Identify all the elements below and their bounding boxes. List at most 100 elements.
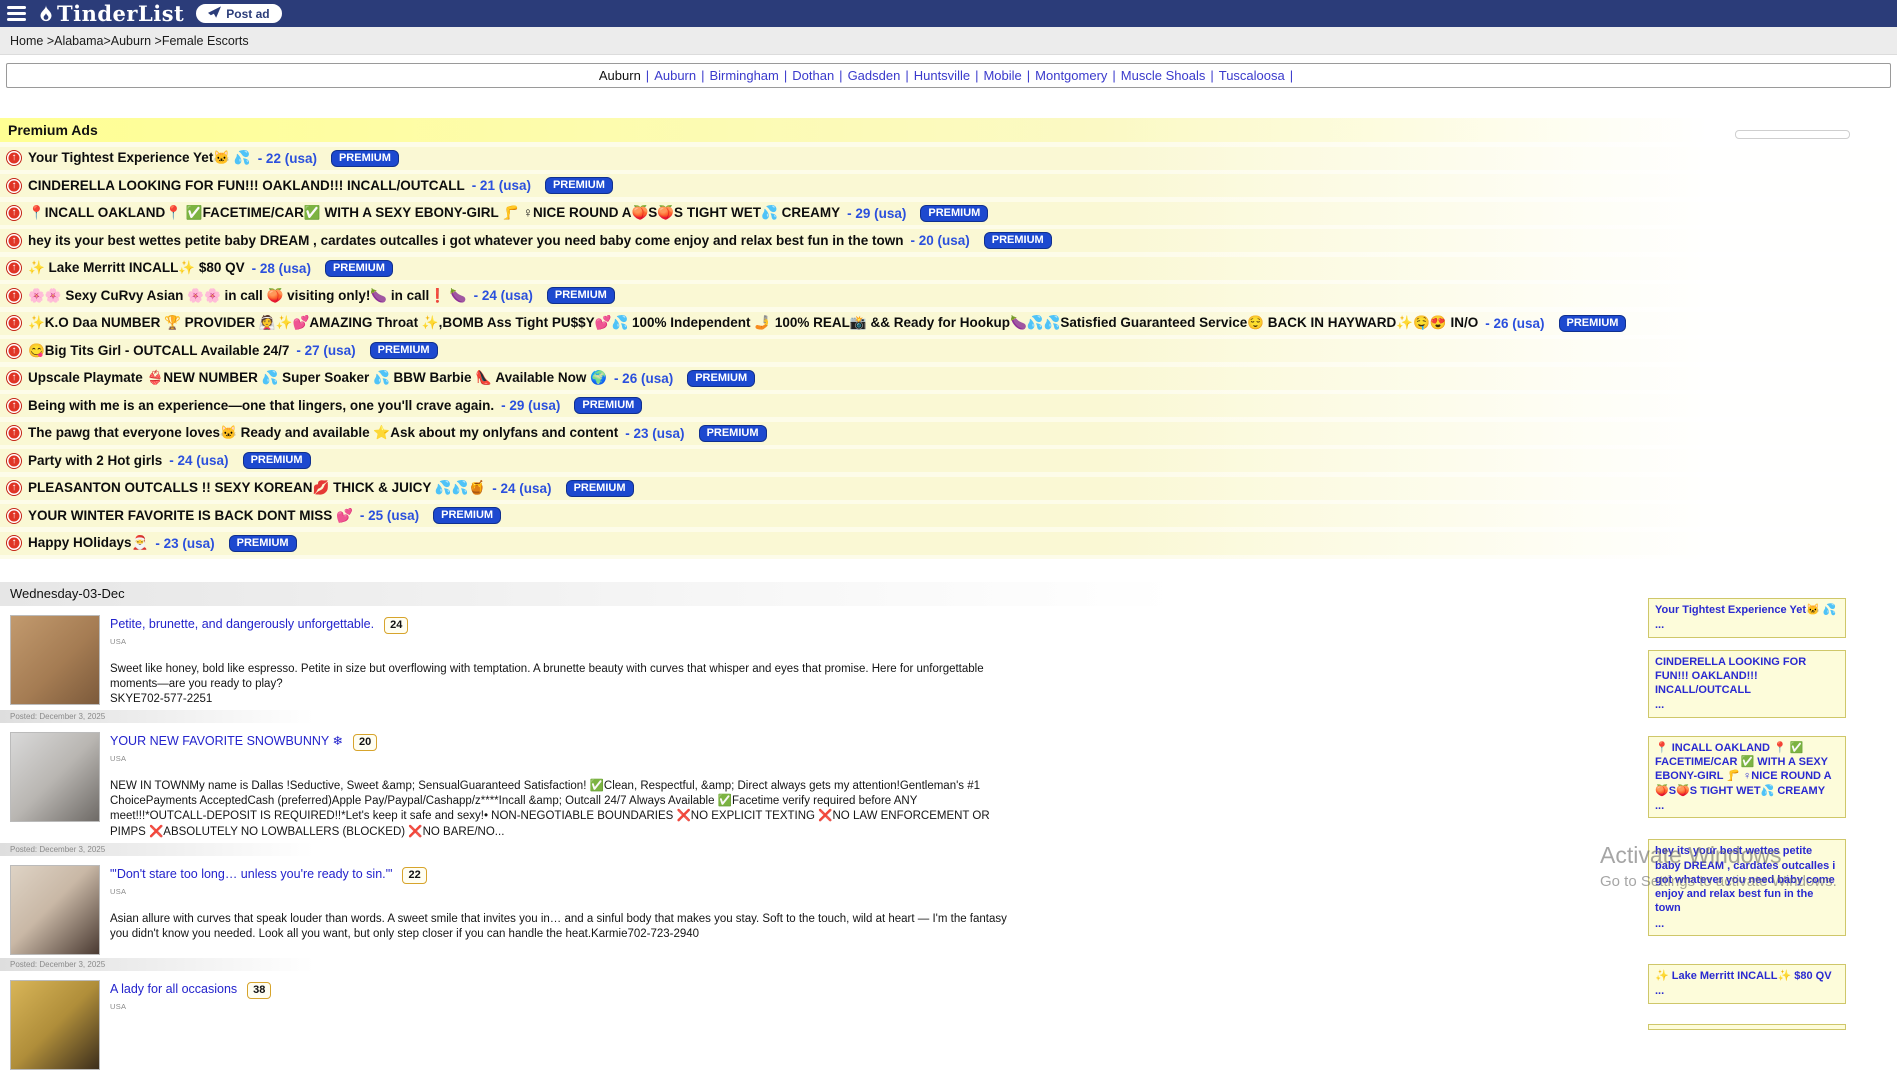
premium-ad-title[interactable]: Your Tightest Experience Yet🐱 💦 bbox=[28, 150, 251, 166]
listing-title-link[interactable]: "'Don't stare too long… unless you're re… bbox=[110, 867, 392, 881]
premium-ad-row[interactable]: The pawg that everyone loves🐱 Ready and … bbox=[0, 422, 1897, 445]
sidebar-more-link[interactable]: ... bbox=[1655, 618, 1839, 632]
premium-ad-title[interactable]: Upscale Playmate 👙NEW NUMBER 💦 Super Soa… bbox=[28, 370, 607, 386]
sidebar-premium-text[interactable]: CINDERELLA LOOKING FOR FUN!!! OAKLAND!!!… bbox=[1655, 655, 1839, 698]
premium-ad-title[interactable]: ✨K.O Daa NUMBER 🏆 PROVIDER 👰✨💕AMAZING Th… bbox=[28, 315, 1478, 331]
sidebar-premium-box[interactable]: hey its your best wettes petite baby DRE… bbox=[1648, 839, 1846, 936]
premium-badge: PREMIUM bbox=[920, 205, 988, 222]
premium-ad-row[interactable]: Upscale Playmate 👙NEW NUMBER 💦 Super Soa… bbox=[0, 367, 1897, 390]
up-arrow-icon bbox=[7, 261, 21, 275]
listing-country: USA bbox=[110, 1002, 271, 1011]
sidebar-premium-box[interactable]: CINDERELLA LOOKING FOR FUN!!! OAKLAND!!!… bbox=[1648, 650, 1846, 718]
premium-ad-title[interactable]: PLEASANTON OUTCALLS !! SEXY KOREAN💋 THIC… bbox=[28, 480, 485, 496]
city-separator: | bbox=[784, 68, 787, 83]
premium-ad-age: - 24 (usa) bbox=[492, 481, 551, 496]
premium-ad-age: - 24 (usa) bbox=[169, 453, 228, 468]
city-link[interactable]: Mobile bbox=[983, 68, 1021, 83]
premium-ad-title[interactable]: Being with me is an experience—one that … bbox=[28, 398, 494, 413]
city-link[interactable]: Dothan bbox=[792, 68, 834, 83]
city-link[interactable]: Muscle Shoals bbox=[1121, 68, 1206, 83]
premium-ad-row[interactable]: ✨K.O Daa NUMBER 🏆 PROVIDER 👰✨💕AMAZING Th… bbox=[0, 312, 1897, 335]
premium-badge: PREMIUM bbox=[1559, 315, 1627, 332]
city-separator: | bbox=[646, 68, 649, 83]
up-arrow-icon bbox=[7, 426, 21, 440]
premium-ad-age: - 25 (usa) bbox=[360, 508, 419, 523]
sidebar-premium-box[interactable]: Your Tightest Experience Yet🐱 💦 ... bbox=[1648, 598, 1846, 638]
premium-badge: PREMIUM bbox=[984, 232, 1052, 249]
sidebar-premium-box[interactable]: 📍 INCALL OAKLAND 📍 ✅ FACETIME/CAR ✅ WITH… bbox=[1648, 736, 1846, 818]
premium-ad-row[interactable]: Being with me is an experience—one that … bbox=[0, 394, 1897, 417]
premium-ad-row[interactable]: 📍INCALL OAKLAND📍 ✅FACETIME/CAR✅ WITH A S… bbox=[0, 202, 1897, 225]
sidebar-premium-text[interactable]: Your Tightest Experience Yet🐱 💦 bbox=[1655, 603, 1839, 617]
sidebar-more-link[interactable]: ... bbox=[1655, 799, 1839, 813]
premium-ad-title[interactable]: hey its your best wettes petite baby DRE… bbox=[28, 233, 903, 248]
premium-ad-title[interactable]: YOUR WINTER FAVORITE IS BACK DONT MISS 💕 bbox=[28, 508, 353, 524]
listing-item: A lady for all occasions38 USA bbox=[0, 971, 1045, 1070]
premium-sidebar: Your Tightest Experience Yet🐱 💦 ... CIND… bbox=[1648, 598, 1846, 1030]
top-nav-bar: TinderList Post ad bbox=[0, 0, 1897, 27]
premium-ad-title[interactable]: CINDERELLA LOOKING FOR FUN!!! OAKLAND!!!… bbox=[28, 178, 465, 193]
premium-ad-row[interactable]: Your Tightest Experience Yet🐱 💦 - 22 (us… bbox=[0, 147, 1897, 170]
listing-thumbnail[interactable] bbox=[10, 732, 100, 822]
premium-badge: PREMIUM bbox=[687, 370, 755, 387]
premium-badge: PREMIUM bbox=[325, 260, 393, 277]
up-arrow-icon bbox=[7, 344, 21, 358]
premium-ad-row[interactable]: 🌸🌸 Sexy CuRvy Asian 🌸🌸 in call 🍑 visitin… bbox=[0, 284, 1897, 307]
listing-thumbnail[interactable] bbox=[10, 865, 100, 955]
city-link[interactable]: Gadsden bbox=[848, 68, 901, 83]
city-link[interactable]: Tuscaloosa bbox=[1219, 68, 1285, 83]
sidebar-more-link[interactable]: ... bbox=[1655, 984, 1839, 998]
city-link[interactable]: Auburn bbox=[654, 68, 696, 83]
city-link[interactable]: Birmingham bbox=[710, 68, 779, 83]
listing-thumbnail[interactable] bbox=[10, 615, 100, 705]
premium-ad-row[interactable]: Party with 2 Hot girls - 24 (usa) PREMIU… bbox=[0, 449, 1897, 472]
listing-thumbnail[interactable] bbox=[10, 980, 100, 1070]
up-arrow-icon bbox=[7, 316, 21, 330]
age-badge: 20 bbox=[353, 734, 377, 751]
up-arrow-icon bbox=[7, 206, 21, 220]
sidebar-more-link[interactable]: ... bbox=[1655, 917, 1839, 931]
premium-ad-row[interactable]: 😋Big Tits Girl - OUTCALL Available 24/7 … bbox=[0, 339, 1897, 362]
premium-ad-row[interactable]: hey its your best wettes petite baby DRE… bbox=[0, 229, 1897, 252]
premium-ad-title[interactable]: 📍INCALL OAKLAND📍 ✅FACETIME/CAR✅ WITH A S… bbox=[28, 205, 840, 221]
listing-title-link[interactable]: YOUR NEW FAVORITE SNOWBUNNY ❄ bbox=[110, 734, 343, 748]
premium-ad-title[interactable]: 😋Big Tits Girl - OUTCALL Available 24/7 bbox=[28, 343, 289, 359]
posted-date: Posted: December 3, 2025 bbox=[0, 710, 1045, 723]
up-arrow-icon bbox=[7, 371, 21, 385]
menu-icon[interactable] bbox=[7, 6, 26, 21]
listing-description: NEW IN TOWNMy name is Dallas !Seductive,… bbox=[110, 779, 1015, 840]
sidebar-premium-text[interactable]: ✨ Lake Merritt INCALL✨ $80 QV bbox=[1655, 969, 1839, 983]
listing-item: "'Don't stare too long… unless you're re… bbox=[0, 856, 1045, 971]
breadcrumb[interactable]: Home >Alabama>Auburn >Female Escorts bbox=[0, 27, 1897, 55]
sidebar-premium-box[interactable]: ✨ Lake Merritt INCALL✨ $80 QV ... bbox=[1648, 964, 1846, 1004]
premium-ad-title[interactable]: Happy HOlidays🎅 bbox=[28, 535, 148, 551]
city-links-box: Auburn|Auburn|Birmingham|Dothan|Gadsden|… bbox=[6, 63, 1891, 88]
post-ad-button[interactable]: Post ad bbox=[196, 4, 281, 23]
premium-badge: PREMIUM bbox=[229, 535, 297, 552]
sidebar-premium-box[interactable] bbox=[1648, 1024, 1846, 1030]
listing-country: USA bbox=[110, 887, 1015, 896]
premium-badge: PREMIUM bbox=[370, 342, 438, 359]
premium-ad-age: - 22 (usa) bbox=[258, 151, 317, 166]
premium-ad-row[interactable]: YOUR WINTER FAVORITE IS BACK DONT MISS 💕… bbox=[0, 504, 1897, 527]
sidebar-premium-text[interactable]: 📍 INCALL OAKLAND 📍 ✅ FACETIME/CAR ✅ WITH… bbox=[1655, 741, 1839, 798]
sidebar-more-link[interactable]: ... bbox=[1655, 698, 1839, 712]
premium-ad-age: - 26 (usa) bbox=[614, 371, 673, 386]
premium-ad-row[interactable]: PLEASANTON OUTCALLS !! SEXY KOREAN💋 THIC… bbox=[0, 477, 1897, 500]
premium-badge: PREMIUM bbox=[545, 177, 613, 194]
city-link[interactable]: Montgomery bbox=[1035, 68, 1107, 83]
sidebar-premium-text[interactable]: hey its your best wettes petite baby DRE… bbox=[1655, 844, 1839, 915]
brand-logo[interactable]: TinderList bbox=[38, 1, 184, 26]
premium-ad-row[interactable]: ✨ Lake Merritt INCALL✨ $80 QV - 28 (usa)… bbox=[0, 257, 1897, 280]
premium-ad-age: - 24 (usa) bbox=[474, 288, 533, 303]
premium-ad-age: - 29 (usa) bbox=[847, 206, 906, 221]
premium-ad-row[interactable]: CINDERELLA LOOKING FOR FUN!!! OAKLAND!!!… bbox=[0, 174, 1897, 197]
listing-title-link[interactable]: Petite, brunette, and dangerously unforg… bbox=[110, 617, 374, 631]
premium-ad-title[interactable]: ✨ Lake Merritt INCALL✨ $80 QV bbox=[28, 260, 245, 276]
premium-ad-row[interactable]: Happy HOlidays🎅 - 23 (usa) PREMIUM bbox=[0, 532, 1897, 555]
premium-ad-title[interactable]: The pawg that everyone loves🐱 Ready and … bbox=[28, 425, 618, 441]
premium-ad-title[interactable]: Party with 2 Hot girls bbox=[28, 453, 162, 468]
city-link[interactable]: Huntsville bbox=[914, 68, 970, 83]
listing-title-link[interactable]: A lady for all occasions bbox=[110, 982, 237, 996]
premium-ad-title[interactable]: 🌸🌸 Sexy CuRvy Asian 🌸🌸 in call 🍑 visitin… bbox=[28, 288, 467, 304]
